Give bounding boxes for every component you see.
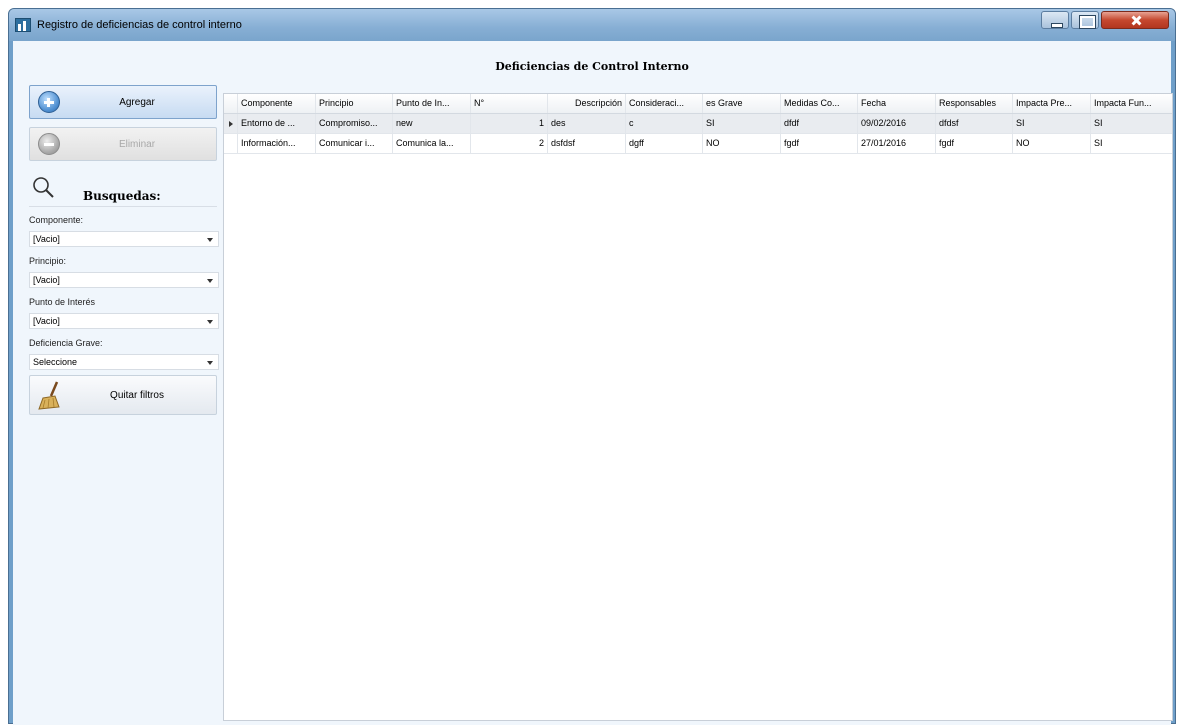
table-cell[interactable]: NO: [1013, 134, 1091, 153]
minus-circle-icon: [38, 133, 60, 155]
delete-button-label: Eliminar: [118, 139, 156, 150]
title-bar[interactable]: Registro de deficiencias de control inte…: [9, 9, 1175, 41]
filter-label-componente: Componente:: [29, 215, 84, 225]
maximize-button[interactable]: [1071, 11, 1099, 29]
table-cell[interactable]: SI: [1013, 114, 1091, 133]
filter-label-punto-interes: Punto de Interés: [29, 297, 96, 307]
close-button[interactable]: [1101, 11, 1169, 29]
table-cell[interactable]: 2: [471, 134, 548, 153]
table-cell[interactable]: Información...: [238, 134, 316, 153]
table-cell[interactable]: SI: [1091, 134, 1172, 153]
row-indicator[interactable]: [224, 134, 238, 153]
filter-label-deficiencia-grave: Deficiencia Grave:: [29, 338, 103, 348]
table-cell[interactable]: 1: [471, 114, 548, 133]
filter-select-punto-interes[interactable]: [Vacio]: [29, 313, 219, 329]
deficiencies-grid[interactable]: Componente Principio Punto de In... N° D…: [223, 93, 1173, 721]
form-client-area: Deficiencias de Control Interno Agregar …: [13, 41, 1173, 725]
column-header[interactable]: Descripción: [548, 94, 626, 113]
filter-select-deficiencia-grave[interactable]: Seleccione: [29, 354, 219, 370]
minimize-button[interactable]: [1041, 11, 1069, 29]
table-cell[interactable]: dgff: [626, 134, 703, 153]
filter-select-componente[interactable]: [Vacio]: [29, 231, 219, 247]
window-title: Registro de deficiencias de control inte…: [37, 19, 242, 31]
column-header[interactable]: es Grave: [703, 94, 781, 113]
filter-value-deficiencia-grave: Seleccione: [33, 357, 78, 367]
chevron-down-icon[interactable]: [207, 320, 213, 324]
filter-label-principio: Principio:: [29, 256, 67, 266]
add-button-label: Agregar: [119, 97, 155, 108]
column-header[interactable]: N°: [471, 94, 548, 113]
app-chart-icon: [15, 18, 31, 32]
delete-button[interactable]: Eliminar: [29, 127, 217, 161]
row-pointer-icon: [229, 121, 233, 127]
column-header[interactable]: Punto de In...: [393, 94, 471, 113]
table-cell[interactable]: new: [393, 114, 471, 133]
filter-value-componente: [Vacio]: [33, 234, 60, 244]
app-window: Registro de deficiencias de control inte…: [8, 8, 1176, 725]
column-header[interactable]: Medidas Co...: [781, 94, 858, 113]
table-row[interactable]: Información... Comunicar i... Comunica l…: [224, 134, 1172, 154]
table-cell[interactable]: dfdf: [781, 114, 858, 133]
table-row[interactable]: Entorno de ... Compromiso... new 1 des c…: [224, 114, 1172, 134]
table-cell[interactable]: Compromiso...: [316, 114, 393, 133]
column-header[interactable]: Impacta Pre...: [1013, 94, 1091, 113]
column-header[interactable]: Componente: [238, 94, 316, 113]
table-cell[interactable]: fgdf: [781, 134, 858, 153]
broom-icon: [38, 381, 60, 410]
table-cell[interactable]: Comunica la...: [393, 134, 471, 153]
search-title: Busquedas:: [83, 189, 161, 203]
column-header[interactable]: Principio: [316, 94, 393, 113]
clear-filters-label: Quitar filtros: [110, 390, 164, 401]
table-cell[interactable]: 27/01/2016: [858, 134, 936, 153]
column-header[interactable]: Impacta Fun...: [1091, 94, 1172, 113]
table-cell[interactable]: Comunicar i...: [316, 134, 393, 153]
clear-filters-button[interactable]: Quitar filtros: [29, 375, 217, 415]
table-cell[interactable]: fgdf: [936, 134, 1013, 153]
plus-circle-icon: [38, 91, 60, 113]
filter-value-principio: [Vacio]: [33, 275, 60, 285]
column-header[interactable]: Fecha: [858, 94, 936, 113]
table-cell[interactable]: dsfdsf: [548, 134, 626, 153]
chevron-down-icon[interactable]: [207, 361, 213, 365]
table-cell[interactable]: SI: [703, 114, 781, 133]
table-cell[interactable]: SI: [1091, 114, 1172, 133]
column-header[interactable]: Consideraci...: [626, 94, 703, 113]
page-title: Deficiencias de Control Interno: [495, 60, 689, 73]
table-cell[interactable]: c: [626, 114, 703, 133]
row-indicator[interactable]: [224, 114, 238, 133]
table-cell[interactable]: des: [548, 114, 626, 133]
header-indicator-cell: [224, 94, 238, 113]
table-cell[interactable]: NO: [703, 134, 781, 153]
table-cell[interactable]: Entorno de ...: [238, 114, 316, 133]
chevron-down-icon[interactable]: [207, 279, 213, 283]
search-divider: [29, 206, 217, 207]
grid-header: Componente Principio Punto de In... N° D…: [224, 94, 1172, 114]
table-cell[interactable]: 09/02/2016: [858, 114, 936, 133]
magnifier-icon: [33, 177, 54, 198]
filter-value-punto-interes: [Vacio]: [33, 316, 60, 326]
table-cell[interactable]: dfdsf: [936, 114, 1013, 133]
add-button[interactable]: Agregar: [29, 85, 217, 119]
filter-select-principio[interactable]: [Vacio]: [29, 272, 219, 288]
column-header[interactable]: Responsables: [936, 94, 1013, 113]
chevron-down-icon[interactable]: [207, 238, 213, 242]
